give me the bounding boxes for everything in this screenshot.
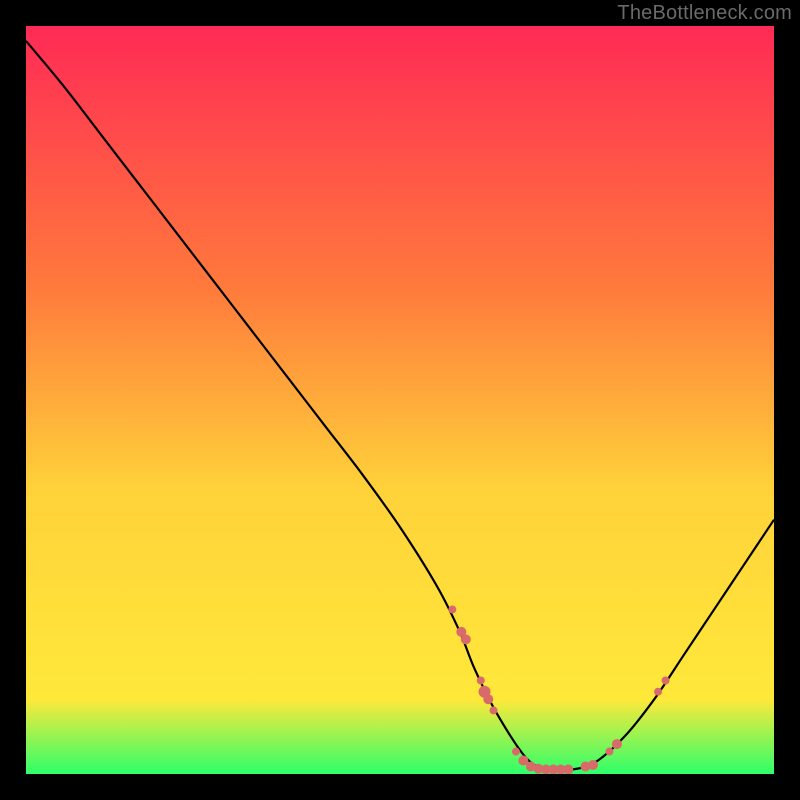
curve-marker: [490, 706, 498, 714]
curve-marker: [477, 677, 485, 685]
curve-marker: [563, 765, 573, 775]
curve-marker: [512, 748, 520, 756]
frame-right: [774, 0, 800, 800]
chart-svg: [0, 0, 800, 800]
plot-background: [26, 26, 774, 774]
frame-bottom: [0, 774, 800, 800]
curve-marker: [448, 605, 456, 613]
curve-marker: [605, 748, 613, 756]
chart-canvas: TheBottleneck.com: [0, 0, 800, 800]
curve-marker: [483, 694, 493, 704]
frame-left: [0, 0, 26, 800]
curve-marker: [588, 760, 598, 770]
curve-marker: [612, 739, 622, 749]
curve-marker: [654, 688, 662, 696]
curve-marker: [461, 634, 471, 644]
curve-marker: [662, 677, 670, 685]
watermark-text: TheBottleneck.com: [617, 2, 792, 25]
